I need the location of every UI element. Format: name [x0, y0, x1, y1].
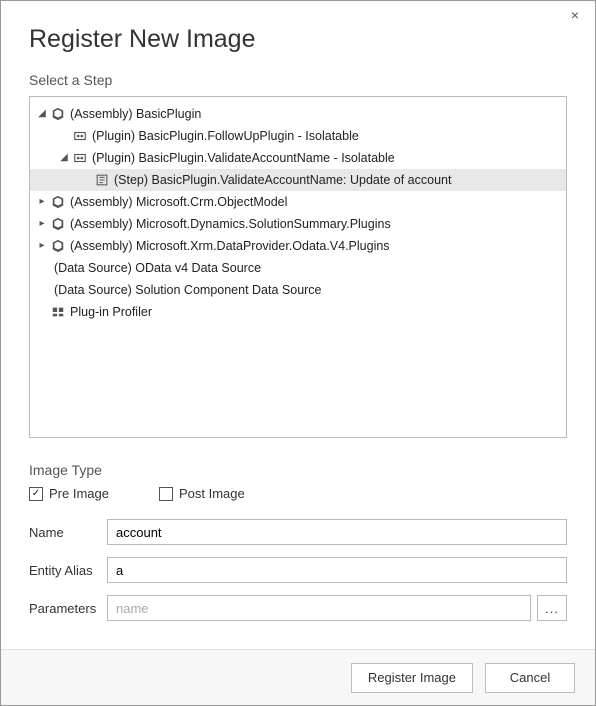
profiler-icon — [50, 304, 66, 320]
tree-row[interactable]: ▸ (Assembly) Microsoft.Xrm.DataProvider.O… — [30, 235, 566, 257]
post-image-option[interactable]: Post Image — [159, 486, 245, 501]
select-step-label: Select a Step — [29, 72, 567, 88]
pre-image-label: Pre Image — [49, 486, 109, 501]
tree-row[interactable]: ▸ (Plugin) BasicPlugin.FollowUpPlugin - I… — [30, 125, 566, 147]
entity-alias-row: Entity Alias — [29, 557, 567, 583]
step-icon — [94, 172, 110, 188]
step-tree[interactable]: ◢(Assembly) BasicPlugin▸(Plugin) BasicPl… — [29, 96, 567, 438]
parameters-input[interactable] — [107, 595, 531, 621]
tree-row[interactable]: ▸ (Data Source) OData v4 Data Source — [30, 257, 566, 279]
tree-node-label: (Data Source) Solution Component Data So… — [54, 279, 328, 301]
name-label: Name — [29, 525, 107, 540]
entity-alias-label: Entity Alias — [29, 563, 107, 578]
tree-row[interactable]: ▸ (Data Source) Solution Component Data S… — [30, 279, 566, 301]
image-type-section: Image Type ✓ Pre Image Post Image Name E… — [29, 462, 567, 633]
pre-image-option[interactable]: ✓ Pre Image — [29, 486, 109, 501]
pre-image-checkbox[interactable]: ✓ — [29, 487, 43, 501]
expand-icon[interactable]: ▸ — [36, 235, 48, 257]
parameters-browse-button[interactable]: ... — [537, 595, 567, 621]
image-type-label: Image Type — [29, 462, 567, 478]
close-icon: × — [571, 7, 579, 23]
tree-row[interactable]: ◢ (Assembly) BasicPlugin — [30, 103, 566, 125]
tree-row[interactable]: ◢ (Plugin) BasicPlugin.ValidateAccountNam… — [30, 147, 566, 169]
tree-node-label: (Assembly) Microsoft.Xrm.DataProvider.Od… — [70, 235, 396, 257]
dialog-footer: Register Image Cancel — [1, 649, 595, 705]
expander-spacer: ▸ — [80, 169, 92, 191]
tree-row[interactable]: ▸ Plug-in Profiler — [30, 301, 566, 323]
post-image-checkbox[interactable] — [159, 487, 173, 501]
expander-spacer: ▸ — [36, 257, 48, 279]
tree-node-label: (Assembly) Microsoft.Crm.ObjectModel — [70, 191, 293, 213]
tree-row[interactable]: ▸ (Assembly) Microsoft.Crm.ObjectModel — [30, 191, 566, 213]
dialog-body: Register New Image Select a Step ◢(Assem… — [1, 1, 595, 649]
tree-node-label: Plug-in Profiler — [70, 301, 158, 323]
name-input[interactable] — [107, 519, 567, 545]
expander-spacer: ▸ — [36, 301, 48, 323]
post-image-label: Post Image — [179, 486, 245, 501]
tree-node-label: (Plugin) BasicPlugin.ValidateAccountName… — [92, 147, 401, 169]
name-row: Name — [29, 519, 567, 545]
cancel-button[interactable]: Cancel — [485, 663, 575, 693]
tree-row[interactable]: ▸ (Assembly) Microsoft.Dynamics.SolutionS… — [30, 213, 566, 235]
assembly-icon — [50, 106, 66, 122]
tree-node-label: (Step) BasicPlugin.ValidateAccountName: … — [114, 169, 457, 191]
plugin-icon — [72, 128, 88, 144]
expand-icon[interactable]: ▸ — [36, 191, 48, 213]
ellipsis-icon: ... — [545, 601, 559, 616]
dialog-title: Register New Image — [29, 25, 567, 54]
tree-row[interactable]: ▸ (Step) BasicPlugin.ValidateAccountName:… — [30, 169, 566, 191]
register-new-image-dialog: × Register New Image Select a Step ◢(Ass… — [0, 0, 596, 706]
close-button[interactable]: × — [565, 7, 585, 23]
assembly-icon — [50, 194, 66, 210]
tree-node-label: (Assembly) Microsoft.Dynamics.SolutionSu… — [70, 213, 397, 235]
expander-spacer: ▸ — [58, 125, 70, 147]
entity-alias-input[interactable] — [107, 557, 567, 583]
tree-node-label: (Assembly) BasicPlugin — [70, 103, 207, 125]
assembly-icon — [50, 238, 66, 254]
register-image-button[interactable]: Register Image — [351, 663, 473, 693]
collapse-icon[interactable]: ◢ — [36, 103, 48, 125]
plugin-icon — [72, 150, 88, 166]
assembly-icon — [50, 216, 66, 232]
tree-node-label: (Data Source) OData v4 Data Source — [54, 257, 267, 279]
image-type-checkbox-row: ✓ Pre Image Post Image — [29, 486, 567, 501]
expander-spacer: ▸ — [36, 279, 48, 301]
parameters-row: Parameters ... — [29, 595, 567, 621]
parameters-label: Parameters — [29, 601, 107, 616]
expand-icon[interactable]: ▸ — [36, 213, 48, 235]
collapse-icon[interactable]: ◢ — [58, 147, 70, 169]
tree-node-label: (Plugin) BasicPlugin.FollowUpPlugin - Is… — [92, 125, 365, 147]
